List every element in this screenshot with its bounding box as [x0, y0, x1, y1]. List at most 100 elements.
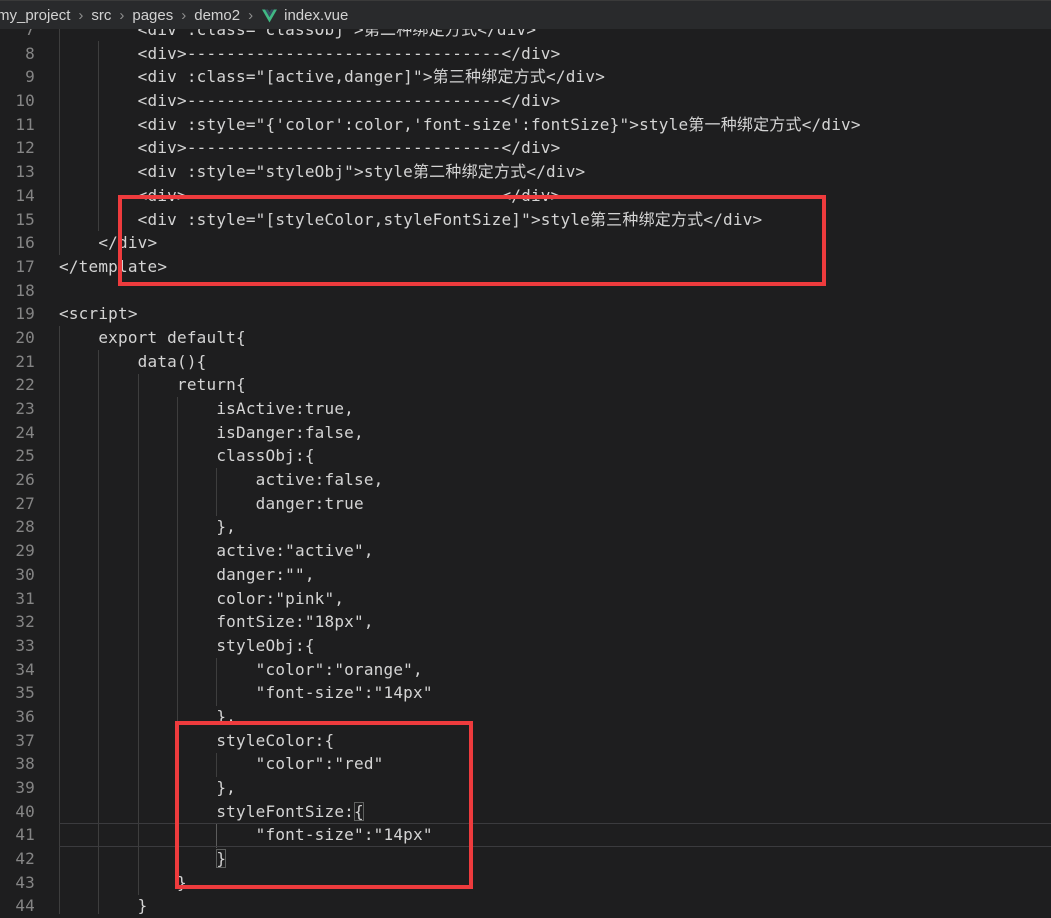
line-number[interactable]: 25 [0, 444, 35, 468]
code-line[interactable]: 10 <div>--------------------------------… [0, 89, 1051, 113]
code-line[interactable]: 39 }, [0, 776, 1051, 800]
breadcrumb-item-pages[interactable]: pages [131, 7, 174, 24]
code-line[interactable]: 34 "color":"orange", [0, 658, 1051, 682]
line-number[interactable]: 18 [0, 279, 35, 303]
code-line[interactable]: 44 } [0, 894, 1051, 918]
line-number[interactable]: 27 [0, 492, 35, 516]
code-text: data(){ [59, 350, 1051, 374]
code-line[interactable]: 12 <div>--------------------------------… [0, 136, 1051, 160]
code-line[interactable]: 28 }, [0, 515, 1051, 539]
code-line[interactable]: 37 styleColor:{ [0, 729, 1051, 753]
code-text: <div :style="{'color':color,'font-size':… [59, 113, 1051, 137]
code-line[interactable]: 24 isDanger:false, [0, 421, 1051, 445]
code-line[interactable]: 27 danger:true [0, 492, 1051, 516]
code-line[interactable]: 41 "font-size":"14px" [0, 823, 1051, 847]
line-number[interactable]: 8 [0, 42, 35, 66]
code-lines: 7 <div :class="classObj">第二种绑定方式</div>8 … [0, 18, 1051, 918]
line-number[interactable]: 36 [0, 705, 35, 729]
code-text: "color":"orange", [59, 658, 1051, 682]
code-text: "font-size":"14px" [59, 681, 1051, 705]
line-number[interactable]: 19 [0, 302, 35, 326]
breadcrumb-item-project[interactable]: my_project [0, 7, 71, 24]
line-number[interactable]: 10 [0, 89, 35, 113]
code-line[interactable]: 29 active:"active", [0, 539, 1051, 563]
line-number[interactable]: 38 [0, 752, 35, 776]
code-line[interactable]: 31 color:"pink", [0, 587, 1051, 611]
code-editor: 7 <div :class="classObj">第二种绑定方式</div>8 … [0, 0, 1051, 914]
code-line[interactable]: 9 <div :class="[active,danger]">第三种绑定方式<… [0, 65, 1051, 89]
code-line[interactable]: 40 styleFontSize:{ [0, 800, 1051, 824]
code-text: <div>--------------------------------</d… [59, 136, 1051, 160]
line-number[interactable]: 24 [0, 421, 35, 445]
chevron-right-icon: › [71, 7, 90, 24]
code-text: return{ [59, 373, 1051, 397]
code-line[interactable]: 35 "font-size":"14px" [0, 681, 1051, 705]
line-number[interactable]: 21 [0, 350, 35, 374]
code-line[interactable]: 11 <div :style="{'color':color,'font-siz… [0, 113, 1051, 137]
breadcrumb-item-file[interactable]: index.vue [283, 7, 349, 24]
code-line[interactable]: 26 active:false, [0, 468, 1051, 492]
line-number[interactable]: 39 [0, 776, 35, 800]
code-line[interactable]: 8 <div>--------------------------------<… [0, 42, 1051, 66]
breadcrumb-bar: my_project › src › pages › demo2 › index… [0, 0, 1051, 29]
code-line[interactable]: 32 fontSize:"18px", [0, 610, 1051, 634]
line-number[interactable]: 23 [0, 397, 35, 421]
code-text: color:"pink", [59, 587, 1051, 611]
code-text: active:false, [59, 468, 1051, 492]
line-number[interactable]: 22 [0, 373, 35, 397]
code-line[interactable]: 36 }, [0, 705, 1051, 729]
line-number[interactable]: 20 [0, 326, 35, 350]
vue-logo-icon [262, 9, 277, 23]
code-line[interactable]: 25 classObj:{ [0, 444, 1051, 468]
code-line[interactable]: 19<script> [0, 302, 1051, 326]
code-text: <div :style="styleObj">style第二种绑定方式</div… [59, 160, 1051, 184]
code-line[interactable]: 33 styleObj:{ [0, 634, 1051, 658]
line-number[interactable]: 9 [0, 65, 35, 89]
breadcrumb-item-demo2[interactable]: demo2 [193, 7, 241, 24]
line-number[interactable]: 17 [0, 255, 35, 279]
line-number[interactable]: 13 [0, 160, 35, 184]
breadcrumb-item-src[interactable]: src [90, 7, 112, 24]
line-number[interactable]: 32 [0, 610, 35, 634]
code-text: } [59, 894, 1051, 918]
line-number[interactable]: 14 [0, 184, 35, 208]
chevron-right-icon: › [241, 7, 260, 24]
line-number[interactable]: 41 [0, 823, 35, 847]
line-number[interactable]: 31 [0, 587, 35, 611]
line-number[interactable]: 34 [0, 658, 35, 682]
code-line[interactable]: 22 return{ [0, 373, 1051, 397]
line-number[interactable]: 33 [0, 634, 35, 658]
code-text: <div>--------------------------------</d… [59, 42, 1051, 66]
code-text: styleObj:{ [59, 634, 1051, 658]
line-number[interactable]: 40 [0, 800, 35, 824]
code-line[interactable]: 23 isActive:true, [0, 397, 1051, 421]
code-line[interactable]: 38 "color":"red" [0, 752, 1051, 776]
line-number[interactable]: 30 [0, 563, 35, 587]
code-line[interactable]: 30 danger:"", [0, 563, 1051, 587]
code-text: danger:true [59, 492, 1051, 516]
line-number[interactable]: 44 [0, 894, 35, 918]
line-number[interactable]: 28 [0, 515, 35, 539]
code-line[interactable]: 13 <div :style="styleObj">style第二种绑定方式</… [0, 160, 1051, 184]
line-number[interactable]: 37 [0, 729, 35, 753]
code-text: <div>--------------------------------</d… [59, 89, 1051, 113]
code-line[interactable]: 21 data(){ [0, 350, 1051, 374]
line-number[interactable]: 12 [0, 136, 35, 160]
line-number[interactable]: 43 [0, 871, 35, 895]
chevron-right-icon: › [112, 7, 131, 24]
code-text: isDanger:false, [59, 421, 1051, 445]
line-number[interactable]: 26 [0, 468, 35, 492]
code-text: active:"active", [59, 539, 1051, 563]
annotation-box-template [118, 195, 826, 286]
code-line[interactable]: 42 } [0, 847, 1051, 871]
code-text: export default{ [59, 326, 1051, 350]
annotation-box-style-objects [175, 721, 473, 889]
line-number[interactable]: 16 [0, 231, 35, 255]
line-number[interactable]: 29 [0, 539, 35, 563]
line-number[interactable]: 42 [0, 847, 35, 871]
code-line[interactable]: 20 export default{ [0, 326, 1051, 350]
line-number[interactable]: 11 [0, 113, 35, 137]
code-line[interactable]: 43 } [0, 871, 1051, 895]
line-number[interactable]: 15 [0, 208, 35, 232]
line-number[interactable]: 35 [0, 681, 35, 705]
